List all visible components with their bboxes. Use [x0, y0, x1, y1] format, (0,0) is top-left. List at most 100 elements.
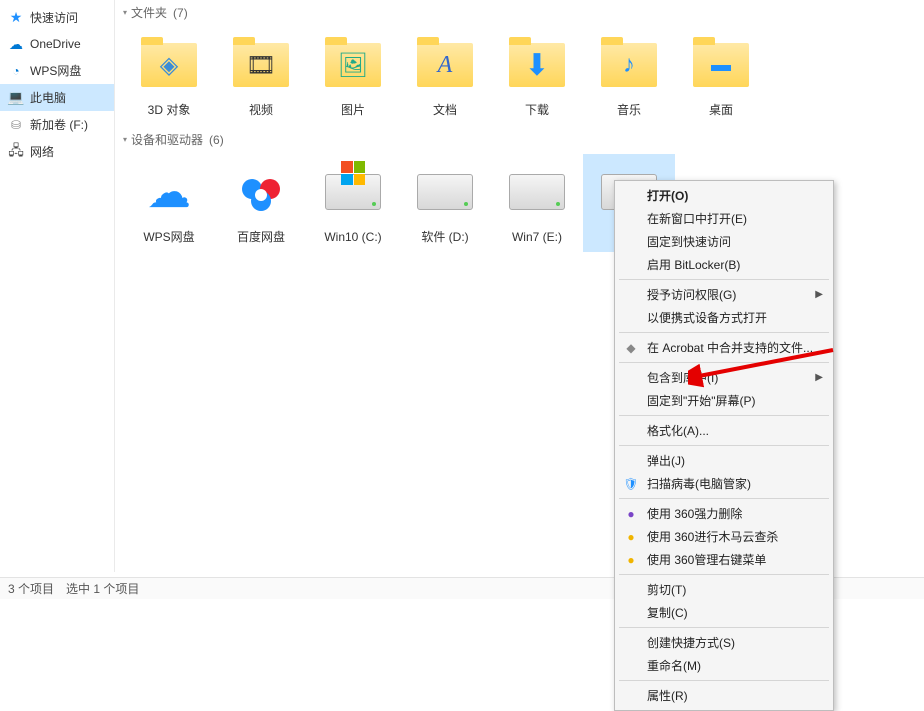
menu-separator — [619, 680, 829, 681]
navigation-sidebar: ★ 快速访问 ☁ OneDrive ◔ WPS网盘 💻 此电脑 ⛁ 新加卷 (F… — [0, 0, 115, 572]
sidebar-item-wps[interactable]: ◔ WPS网盘 — [0, 57, 114, 84]
section-title: 文件夹 — [131, 4, 167, 21]
menu-item[interactable]: ◆在 Acrobat 中合并支持的文件... — [617, 336, 831, 359]
menu-item-label: 以便携式设备方式打开 — [647, 309, 767, 326]
sidebar-item-label: WPS网盘 — [30, 62, 81, 79]
drive-item-d[interactable]: 软件 (D:) — [399, 154, 491, 252]
menu-item[interactable]: 格式化(A)... — [617, 419, 831, 442]
acrobat-icon: ◆ — [623, 340, 639, 356]
menu-item-label: 授予访问权限(G) — [647, 286, 736, 303]
folder-pictures-icon: 🖼 — [321, 33, 385, 97]
menu-item[interactable]: 弹出(J) — [617, 449, 831, 472]
sidebar-item-label: 新加卷 (F:) — [30, 116, 88, 133]
menu-item[interactable]: 重命名(M) — [617, 654, 831, 677]
wps-cloud-icon: ☁ — [137, 160, 201, 224]
menu-item[interactable]: ● 使用 360进行木马云查杀 — [617, 525, 831, 548]
menu-item-label: 使用 360进行木马云查杀 — [647, 528, 778, 545]
menu-item[interactable]: 固定到"开始"屏幕(P) — [617, 389, 831, 412]
menu-item[interactable]: ● 使用 360强力删除 — [617, 502, 831, 525]
drive-item-e[interactable]: Win7 (E:) — [491, 154, 583, 252]
sidebar-item-onedrive[interactable]: ☁ OneDrive — [0, 31, 114, 57]
menu-item-label: 固定到快速访问 — [647, 233, 731, 250]
sidebar-item-label: OneDrive — [30, 37, 81, 51]
folder-video-icon: 🎞 — [229, 33, 293, 97]
menu-item-label: 启用 BitLocker(B) — [647, 256, 740, 273]
menu-separator — [619, 498, 829, 499]
section-count: (7) — [173, 6, 188, 20]
menu-item[interactable]: 在新窗口中打开(E) — [617, 207, 831, 230]
folder-item-downloads[interactable]: ⬇ 下载 — [491, 27, 583, 125]
folder-item-desktop[interactable]: ▬ 桌面 — [675, 27, 767, 125]
folder-item-music[interactable]: ♪ 音乐 — [583, 27, 675, 125]
section-header-drives[interactable]: ▾ 设备和驱动器 (6) — [115, 127, 924, 152]
folder-music-icon: ♪ — [597, 33, 661, 97]
menu-item-label: 使用 360强力删除 — [647, 505, 742, 522]
menu-separator — [619, 279, 829, 280]
section-header-folders[interactable]: ▾ 文件夹 (7) — [115, 0, 924, 25]
menu-separator — [619, 332, 829, 333]
menu-item-label: 属性(R) — [647, 687, 688, 704]
folder-item-videos[interactable]: 🎞 视频 — [215, 27, 307, 125]
sidebar-item-drive-f[interactable]: ⛁ 新加卷 (F:) — [0, 111, 114, 138]
folder-item-documents[interactable]: A 文档 — [399, 27, 491, 125]
wps-icon: ◔ — [8, 63, 24, 79]
360-icon: ● — [623, 529, 639, 545]
folder-item-3d-objects[interactable]: ◈ 3D 对象 — [123, 27, 215, 125]
context-menu: 打开(O)在新窗口中打开(E) 固定到快速访问启用 BitLocker(B) 授予访… — [614, 180, 834, 711]
folder-documents-icon: A — [413, 33, 477, 97]
360-icon: ● — [623, 506, 639, 522]
submenu-arrow-icon: ▶ — [815, 289, 823, 300]
network-icon: 🖧 — [8, 144, 24, 160]
drive-item-c[interactable]: Win10 (C:) — [307, 154, 399, 252]
shield-icon: 🛡 — [623, 476, 639, 492]
menu-item[interactable]: 复制(C) — [617, 601, 831, 624]
section-count: (6) — [209, 133, 224, 147]
menu-item[interactable]: 属性(R) — [617, 684, 831, 707]
sidebar-item-network[interactable]: 🖧 网络 — [0, 138, 114, 165]
menu-item[interactable]: ●使用 360管理右键菜单 — [617, 548, 831, 571]
sidebar-item-label: 快速访问 — [30, 9, 78, 26]
item-label: 音乐 — [617, 103, 641, 117]
item-label: 百度网盘 — [237, 230, 285, 244]
baidu-cloud-icon — [229, 160, 293, 224]
sidebar-item-quick-access[interactable]: ★ 快速访问 — [0, 4, 114, 31]
folder-downloads-icon: ⬇ — [505, 33, 569, 97]
menu-item[interactable]: 以便携式设备方式打开 — [617, 306, 831, 329]
pc-icon: 💻 — [8, 90, 24, 106]
section-title: 设备和驱动器 — [131, 131, 203, 148]
folder-3d-icon: ◈ — [137, 33, 201, 97]
drive-icon — [505, 160, 569, 224]
status-selected: 选中 1 个项目 — [66, 580, 139, 597]
item-label: 下载 — [525, 103, 549, 117]
menu-item[interactable]: 授予访问权限(G) ▶ — [617, 283, 831, 306]
menu-item[interactable]: 🛡扫描病毒(电脑管家) — [617, 472, 831, 495]
star-icon: ★ — [8, 10, 24, 26]
menu-item[interactable]: 启用 BitLocker(B) — [617, 253, 831, 276]
menu-item[interactable]: 包含到库中(I)▶ — [617, 366, 831, 389]
status-total: 3 个项目 — [8, 580, 54, 597]
menu-item[interactable]: 固定到快速访问 — [617, 230, 831, 253]
folder-desktop-icon: ▬ — [689, 33, 753, 97]
chevron-down-icon: ▾ — [123, 135, 127, 144]
chevron-down-icon: ▾ — [123, 8, 127, 17]
drive-item-wps[interactable]: ☁ WPS网盘 — [123, 154, 215, 252]
item-label: 文档 — [433, 103, 457, 117]
item-label: 视频 — [249, 103, 273, 117]
item-label: Win7 (E:) — [512, 230, 562, 244]
menu-item-label: 格式化(A)... — [647, 422, 709, 439]
menu-separator — [619, 362, 829, 363]
folder-item-pictures[interactable]: 🖼 图片 — [307, 27, 399, 125]
menu-item-label: 创建快捷方式(S) — [647, 634, 735, 651]
item-label: Win10 (C:) — [324, 230, 381, 244]
drive-icon — [413, 160, 477, 224]
menu-item[interactable]: 创建快捷方式(S) — [617, 631, 831, 654]
sidebar-item-this-pc[interactable]: 💻 此电脑 — [0, 84, 114, 111]
drive-small-icon: ⛁ — [8, 117, 24, 133]
menu-item[interactable]: 剪切(T) — [617, 578, 831, 601]
menu-item[interactable]: 打开(O) — [617, 184, 831, 207]
menu-item-label: 复制(C) — [647, 604, 688, 621]
drive-item-baidu[interactable]: 百度网盘 — [215, 154, 307, 252]
item-label: 图片 — [341, 103, 365, 117]
submenu-arrow-icon: ▶ — [815, 372, 823, 383]
folders-grid: ◈ 3D 对象 🎞 视频 🖼 图片 A 文档 ⬇ 下载 ♪ 音乐 — [115, 25, 924, 127]
